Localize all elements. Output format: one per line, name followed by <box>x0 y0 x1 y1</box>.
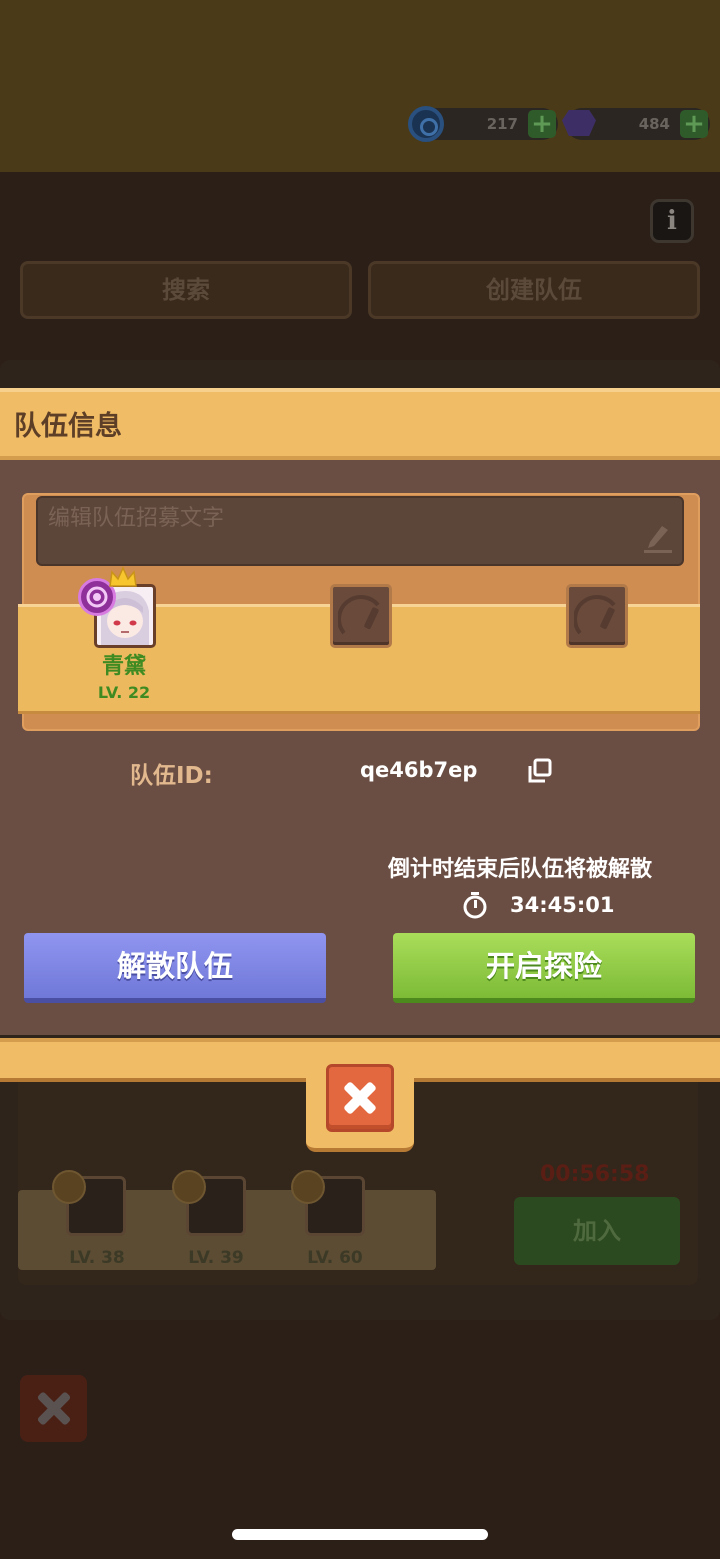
empty-slot[interactable] <box>330 584 392 648</box>
countdown-timer: 34:45:01 <box>510 893 615 917</box>
top-bar <box>0 0 720 172</box>
edit-pencil-icon[interactable] <box>644 522 672 554</box>
empty-slot[interactable] <box>566 584 628 648</box>
join-button[interactable]: 加入 <box>514 1197 680 1265</box>
gem-amount: 484 <box>638 115 670 133</box>
list-level: LV. 39 <box>188 1248 244 1268</box>
disband-note: 倒计时结束后队伍将被解散 <box>388 857 653 882</box>
team-id-value: qe46b7ep <box>360 758 478 782</box>
class-badge-icon <box>52 1170 86 1204</box>
empty-slot-icon <box>338 594 380 635</box>
crown-icon <box>109 566 137 587</box>
member-name: 青黛 <box>101 654 146 679</box>
class-badge-icon <box>172 1170 206 1204</box>
copy-icon[interactable] <box>526 757 554 785</box>
create-team-tab[interactable]: 创建队伍 <box>368 261 700 319</box>
coin-amount: 217 <box>486 115 518 133</box>
team-id-label: 队伍ID: <box>130 763 213 789</box>
recruit-placeholder: 编辑队伍招募文字 <box>48 506 225 531</box>
gem-counter: 484 + <box>562 108 710 140</box>
class-badge-icon <box>291 1170 325 1204</box>
add-coin-button[interactable]: + <box>528 110 556 138</box>
search-tab[interactable]: 搜索 <box>20 261 352 319</box>
empty-slot-icon <box>574 594 616 635</box>
list-level: LV. 38 <box>69 1248 125 1268</box>
list-timer: 00:56:58 <box>540 1162 650 1187</box>
disband-team-button[interactable]: 解散队伍 <box>24 933 326 1003</box>
close-dialog-button[interactable] <box>326 1064 394 1132</box>
add-gem-button[interactable]: + <box>680 110 708 138</box>
coin-icon <box>408 106 444 142</box>
member-level: LV. 22 <box>97 683 151 702</box>
dialog-title: 队伍信息 <box>14 411 122 442</box>
coin-counter: 217 + <box>408 106 558 142</box>
list-level: LV. 60 <box>307 1248 363 1268</box>
close-panel-button[interactable] <box>20 1375 87 1442</box>
start-adventure-button[interactable]: 开启探险 <box>393 933 695 1003</box>
info-button[interactable]: i <box>650 199 694 243</box>
stopwatch-icon <box>463 892 487 919</box>
home-indicator[interactable] <box>232 1529 488 1540</box>
